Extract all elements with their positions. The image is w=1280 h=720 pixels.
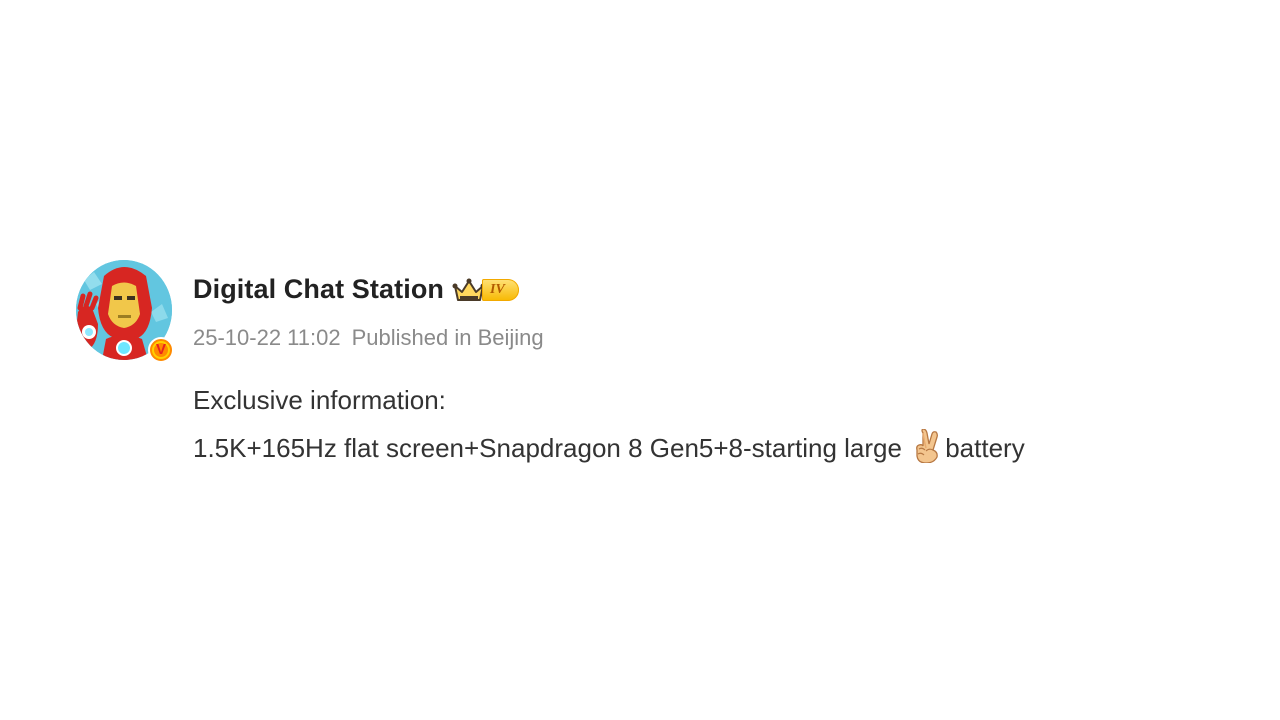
content-line-1: Exclusive information: <box>193 385 446 415</box>
author-row: Digital Chat Station IV <box>193 270 519 308</box>
content-text-before-emoji: 1.5K+165Hz flat screen+Snapdragon 8 Gen5… <box>193 433 910 463</box>
verified-badge-text: V <box>155 341 166 358</box>
content-text-after-emoji: battery <box>945 433 1025 463</box>
post-meta: 25-10-22 11:02 Published in Beijing <box>193 323 544 353</box>
post-content: Exclusive information: 1.5K+165Hz flat s… <box>193 376 1193 472</box>
author-avatar-container[interactable]: V <box>76 260 176 364</box>
post-location: Published in Beijing <box>351 325 544 350</box>
author-name[interactable]: Digital Chat Station <box>193 274 444 305</box>
verified-badge[interactable]: V <box>148 337 174 363</box>
weibo-post: V Digital Chat Station IV 25-10-22 11:02… <box>0 0 1280 720</box>
victory-hand-emoji-icon <box>916 429 939 463</box>
content-line-2: 1.5K+165Hz flat screen+Snapdragon 8 Gen5… <box>193 424 1193 472</box>
crown-icon <box>452 278 486 301</box>
post-timestamp[interactable]: 25-10-22 11:02 <box>193 325 341 351</box>
level-label: IV <box>482 279 519 301</box>
membership-level-badge[interactable]: IV <box>452 275 519 305</box>
